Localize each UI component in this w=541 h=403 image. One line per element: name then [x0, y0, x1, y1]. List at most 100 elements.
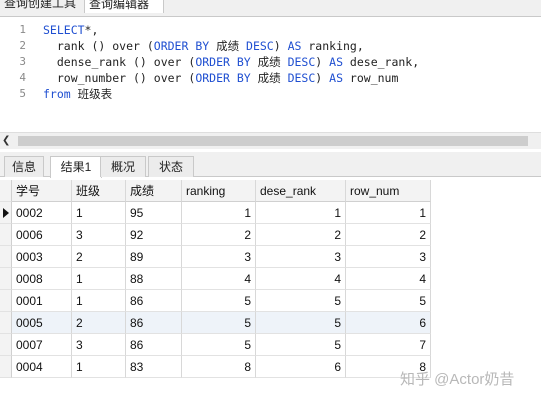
grid-cell[interactable]: 0006	[12, 224, 72, 246]
grid-cell[interactable]: 3	[72, 334, 126, 356]
grid-cell[interactable]: 8	[182, 356, 256, 378]
grid-cell[interactable]: 2	[182, 224, 256, 246]
grid-cell[interactable]: 0003	[12, 246, 72, 268]
grid-cell[interactable]: 4	[182, 268, 256, 290]
grid-cell[interactable]: 1	[256, 202, 346, 224]
column-header[interactable]: row_num	[346, 180, 431, 202]
row-header[interactable]	[0, 268, 12, 290]
grid-cell[interactable]: 2	[256, 224, 346, 246]
grid-cell[interactable]: 1	[72, 356, 126, 378]
code-line: from 班级表	[43, 86, 419, 102]
column-header[interactable]: ranking	[182, 180, 256, 202]
grid-cell[interactable]: 86	[126, 290, 182, 312]
line-number: 4	[19, 71, 26, 84]
grid-cell[interactable]: 6	[256, 356, 346, 378]
grid-cell[interactable]: 89	[126, 246, 182, 268]
code-line: SELECT*,	[43, 22, 419, 38]
table-row[interactable]: 0008 1 88 4 4 4	[0, 268, 431, 290]
grid-cell[interactable]: 6	[346, 312, 431, 334]
sql-editor[interactable]: 1 2 3 4 5 SELECT*, rank () over (ORDER B…	[0, 17, 541, 132]
grid-cell[interactable]: 1	[72, 290, 126, 312]
grid-cell[interactable]: 86	[126, 312, 182, 334]
sql-keyword: DESC	[287, 71, 316, 85]
grid-cell[interactable]: 1	[72, 202, 126, 224]
sql-text: )	[315, 71, 330, 85]
table-row[interactable]: 0005 2 86 5 5 6	[0, 312, 431, 334]
sql-text: 成绩	[250, 55, 288, 69]
sql-text: ranking,	[301, 39, 364, 53]
grid-cell[interactable]: 3	[346, 246, 431, 268]
scrollbar-thumb[interactable]	[18, 136, 528, 146]
table-row[interactable]: 0004 1 83 8 6 8	[0, 356, 431, 378]
table-row[interactable]: 0006 3 92 2 2 2	[0, 224, 431, 246]
horizontal-scrollbar[interactable]: ❮	[0, 132, 541, 149]
grid-cell[interactable]: 5	[256, 334, 346, 356]
code-area[interactable]: SELECT*, rank () over (ORDER BY 成绩 DESC)…	[43, 22, 419, 102]
grid-cell[interactable]: 2	[72, 246, 126, 268]
grid-cell[interactable]: 5	[256, 312, 346, 334]
row-header[interactable]	[0, 356, 12, 378]
row-header[interactable]	[0, 246, 12, 268]
grid-cell[interactable]: 88	[126, 268, 182, 290]
column-header[interactable]: dese_rank	[256, 180, 346, 202]
row-header[interactable]	[0, 334, 12, 356]
grid-cell[interactable]: 5	[182, 312, 256, 334]
row-header[interactable]	[0, 180, 12, 202]
row-header[interactable]	[0, 290, 12, 312]
sql-text: )	[273, 39, 288, 53]
row-header[interactable]	[0, 202, 12, 224]
tab-status[interactable]: 状态	[148, 156, 194, 177]
tab-overview[interactable]: 概况	[100, 156, 146, 177]
table-row[interactable]: 0001 1 86 5 5 5	[0, 290, 431, 312]
result-tabs: 信息 结果1 概况 状态	[0, 152, 541, 178]
column-header[interactable]: 班级	[72, 180, 126, 202]
grid-cell[interactable]: 83	[126, 356, 182, 378]
sql-keyword: ORDER BY	[153, 39, 210, 53]
tab-result1[interactable]: 结果1	[50, 156, 102, 178]
tab-query-builder[interactable]: 查询创建工具	[0, 0, 88, 12]
sql-keyword: from	[43, 87, 71, 101]
sql-keyword: ORDER BY	[195, 55, 251, 69]
grid-cell[interactable]: 3	[72, 224, 126, 246]
grid-cell[interactable]: 2	[72, 312, 126, 334]
sql-text: rank () over (	[43, 39, 154, 53]
grid-cell[interactable]: 3	[256, 246, 346, 268]
grid-cell[interactable]: 0007	[12, 334, 72, 356]
grid-cell[interactable]: 86	[126, 334, 182, 356]
table-row[interactable]: 0002 1 95 1 1 1	[0, 202, 431, 224]
sql-keyword: ORDER BY	[195, 71, 251, 85]
grid-cell[interactable]: 1	[182, 202, 256, 224]
grid-cell[interactable]: 4	[346, 268, 431, 290]
grid-cell[interactable]: 3	[182, 246, 256, 268]
tab-info[interactable]: 信息	[4, 156, 44, 177]
grid-cell[interactable]: 0004	[12, 356, 72, 378]
sql-text: row_num	[343, 71, 399, 85]
sql-text: 班级表	[70, 87, 113, 101]
tab-query-editor[interactable]: 查询编辑器	[84, 0, 164, 13]
grid-cell[interactable]: 0001	[12, 290, 72, 312]
grid-cell[interactable]: 0002	[12, 202, 72, 224]
grid-cell[interactable]: 0008	[12, 268, 72, 290]
column-header[interactable]: 成绩	[126, 180, 182, 202]
grid-cell[interactable]: 1	[72, 268, 126, 290]
grid-cell[interactable]: 5	[256, 290, 346, 312]
grid-cell[interactable]: 0005	[12, 312, 72, 334]
column-header[interactable]: 学号	[12, 180, 72, 202]
grid-cell[interactable]: 92	[126, 224, 182, 246]
grid-cell[interactable]: 5	[346, 290, 431, 312]
grid-cell[interactable]: 1	[346, 202, 431, 224]
scroll-left-arrow-icon[interactable]: ❮	[2, 135, 10, 146]
grid-cell[interactable]: 5	[182, 334, 256, 356]
grid-cell[interactable]: 7	[346, 334, 431, 356]
row-header[interactable]	[0, 224, 12, 246]
table-row[interactable]: 0003 2 89 3 3 3	[0, 246, 431, 268]
grid-cell[interactable]: 5	[182, 290, 256, 312]
grid-cell[interactable]: 4	[256, 268, 346, 290]
grid-cell[interactable]: 2	[346, 224, 431, 246]
line-number: 5	[19, 87, 26, 100]
table-row[interactable]: 0007 3 86 5 5 7	[0, 334, 431, 356]
row-header[interactable]	[0, 312, 12, 334]
sql-text: dense_rank () over (	[43, 55, 196, 69]
grid-cell[interactable]: 95	[126, 202, 182, 224]
code-line: dense_rank () over (ORDER BY 成绩 DESC) AS…	[43, 54, 419, 70]
